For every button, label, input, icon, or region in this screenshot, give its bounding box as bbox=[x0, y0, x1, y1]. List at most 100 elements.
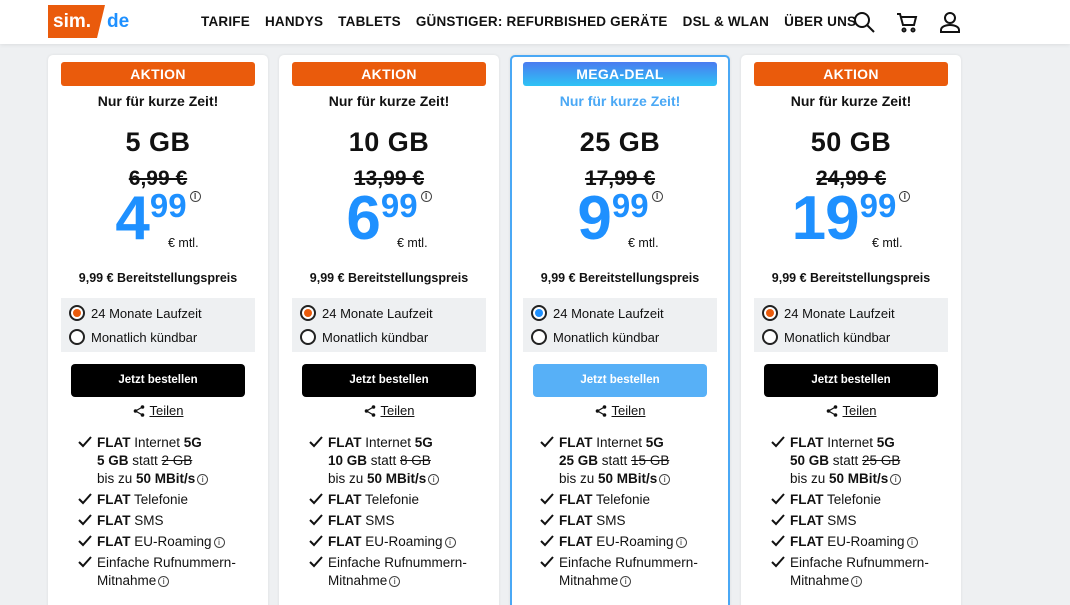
option-monthly[interactable]: Monatlich kündbar bbox=[531, 329, 659, 345]
nav-tarife[interactable]: TARIFE bbox=[201, 14, 250, 29]
radio-selected[interactable] bbox=[762, 305, 778, 321]
price-unit: € mtl. bbox=[628, 236, 659, 250]
sim-de-logo[interactable]: sim. de bbox=[48, 5, 129, 38]
price-unit: € mtl. bbox=[168, 236, 199, 250]
share-icon bbox=[133, 404, 144, 417]
info-icon[interactable]: i bbox=[851, 576, 863, 587]
radio-selected[interactable] bbox=[300, 305, 316, 321]
order-button[interactable]: Jetzt bestellen bbox=[533, 364, 707, 397]
order-button[interactable]: Jetzt bestellen bbox=[71, 364, 245, 397]
feature-internet: FLAT Internet 5G 5 GB statt 2 GB bis zu … bbox=[78, 434, 263, 488]
contract-options: 24 Monate Laufzeit Monatlich kündbar bbox=[523, 298, 717, 352]
search-icon[interactable] bbox=[852, 10, 876, 34]
info-icon[interactable]: i bbox=[389, 576, 401, 587]
order-button[interactable]: Jetzt bestellen bbox=[302, 364, 476, 397]
option-monthly[interactable]: Monatlich kündbar bbox=[300, 329, 428, 345]
info-icon[interactable]: i bbox=[197, 474, 209, 485]
header-icons bbox=[852, 10, 981, 34]
feature-internet: FLAT Internet 5G 50 GB statt 25 GB bis z… bbox=[771, 434, 956, 488]
limited-time-label: Nur für kurze Zeit! bbox=[559, 93, 681, 109]
current-price: 19 99 i bbox=[741, 186, 961, 252]
radio-selected[interactable] bbox=[531, 305, 547, 321]
info-icon[interactable]: i bbox=[899, 191, 911, 202]
check-icon bbox=[309, 535, 323, 547]
setup-fee: 9,99 € Bereitstellungspreis bbox=[771, 271, 931, 285]
price-euros: 6 bbox=[346, 184, 380, 253]
radio-unselected[interactable] bbox=[300, 329, 316, 345]
share-icon bbox=[595, 404, 606, 417]
option-24-months[interactable]: 24 Monate Laufzeit bbox=[762, 305, 895, 321]
contract-options: 24 Monate Laufzeit Monatlich kündbar bbox=[754, 298, 948, 352]
radio-unselected[interactable] bbox=[531, 329, 547, 345]
info-icon[interactable]: i bbox=[890, 474, 902, 485]
cart-icon[interactable] bbox=[895, 10, 919, 34]
user-icon[interactable] bbox=[938, 10, 962, 34]
info-icon[interactable]: i bbox=[651, 191, 663, 202]
option-monthly[interactable]: Monatlich kündbar bbox=[69, 329, 197, 345]
check-icon bbox=[771, 493, 785, 505]
feature-list: FLAT Internet 5G 10 GB statt 8 GB bis zu… bbox=[309, 434, 494, 593]
nav-tablets[interactable]: TABLETS bbox=[338, 14, 401, 29]
check-icon bbox=[309, 436, 323, 448]
share-icon bbox=[826, 404, 837, 417]
tariff-card-10gb: AKTION Nur für kurze Zeit! 10 GB 13,99 €… bbox=[279, 55, 499, 605]
option-monthly[interactable]: Monatlich kündbar bbox=[762, 329, 890, 345]
info-icon[interactable]: i bbox=[428, 474, 440, 485]
limited-time-label: Nur für kurze Zeit! bbox=[97, 93, 219, 109]
check-icon bbox=[78, 436, 92, 448]
feature-sms: FLAT SMS bbox=[309, 512, 494, 530]
setup-fee: 9,99 € Bereitstellungspreis bbox=[78, 271, 238, 285]
share-link[interactable]: Teilen bbox=[512, 403, 728, 418]
check-icon bbox=[78, 556, 92, 568]
feature-internet: FLAT Internet 5G 25 GB statt 15 GB bis z… bbox=[540, 434, 725, 488]
check-icon bbox=[540, 436, 554, 448]
nav-dsl-wlan[interactable]: DSL & WLAN bbox=[683, 14, 770, 29]
feature-porting: Einfache Rufnummern- Mitnahme i bbox=[78, 554, 263, 590]
nav-ueber-uns[interactable]: ÜBER UNS bbox=[784, 14, 856, 29]
radio-unselected[interactable] bbox=[69, 329, 85, 345]
info-icon[interactable]: i bbox=[659, 474, 671, 485]
check-icon bbox=[771, 556, 785, 568]
feature-roaming: FLAT EU-Roaming i bbox=[540, 533, 725, 551]
promo-badge: AKTION bbox=[61, 62, 255, 86]
feature-sms: FLAT SMS bbox=[771, 512, 956, 530]
main-nav: TARIFE HANDYS TABLETS GÜNSTIGER: REFURBI… bbox=[201, 14, 871, 29]
info-icon[interactable]: i bbox=[906, 537, 918, 548]
check-icon bbox=[309, 556, 323, 568]
info-icon[interactable]: i bbox=[675, 537, 687, 548]
promo-badge: AKTION bbox=[292, 62, 486, 86]
info-icon[interactable]: i bbox=[158, 576, 170, 587]
data-volume: 50 GB bbox=[810, 127, 892, 157]
nav-handys[interactable]: HANDYS bbox=[265, 14, 323, 29]
check-icon bbox=[540, 514, 554, 526]
info-icon[interactable]: i bbox=[213, 537, 225, 548]
share-link[interactable]: Teilen bbox=[741, 403, 961, 418]
contract-options: 24 Monate Laufzeit Monatlich kündbar bbox=[61, 298, 255, 352]
check-icon bbox=[771, 514, 785, 526]
info-icon[interactable]: i bbox=[620, 576, 632, 587]
share-link[interactable]: Teilen bbox=[279, 403, 499, 418]
feature-list: FLAT Internet 5G 5 GB statt 2 GB bis zu … bbox=[78, 434, 263, 593]
option-24-months[interactable]: 24 Monate Laufzeit bbox=[300, 305, 433, 321]
option-24-months[interactable]: 24 Monate Laufzeit bbox=[531, 305, 664, 321]
limited-time-label: Nur für kurze Zeit! bbox=[328, 93, 450, 109]
radio-unselected[interactable] bbox=[762, 329, 778, 345]
feature-roaming: FLAT EU-Roaming i bbox=[309, 533, 494, 551]
info-icon[interactable]: i bbox=[444, 537, 456, 548]
option-24-months[interactable]: 24 Monate Laufzeit bbox=[69, 305, 202, 321]
share-link[interactable]: Teilen bbox=[48, 403, 268, 418]
price-unit: € mtl. bbox=[397, 236, 428, 250]
price-unit: € mtl. bbox=[872, 236, 903, 250]
order-button[interactable]: Jetzt bestellen bbox=[764, 364, 938, 397]
info-icon[interactable]: i bbox=[420, 191, 432, 202]
nav-refurbished[interactable]: GÜNSTIGER: REFURBISHED GERÄTE bbox=[416, 14, 668, 29]
top-header: sim. de TARIFE HANDYS TABLETS GÜNSTIGER:… bbox=[0, 0, 1070, 44]
tariff-card-50gb: AKTION Nur für kurze Zeit! 50 GB 24,99 €… bbox=[741, 55, 961, 605]
logo-main: sim. bbox=[48, 5, 106, 38]
feature-sms: FLAT SMS bbox=[78, 512, 263, 530]
tariff-card-25gb: MEGA-DEAL Nur für kurze Zeit! 25 GB 17,9… bbox=[510, 55, 730, 605]
info-icon[interactable]: i bbox=[189, 191, 201, 202]
feature-roaming: FLAT EU-Roaming i bbox=[78, 533, 263, 551]
check-icon bbox=[540, 556, 554, 568]
radio-selected[interactable] bbox=[69, 305, 85, 321]
